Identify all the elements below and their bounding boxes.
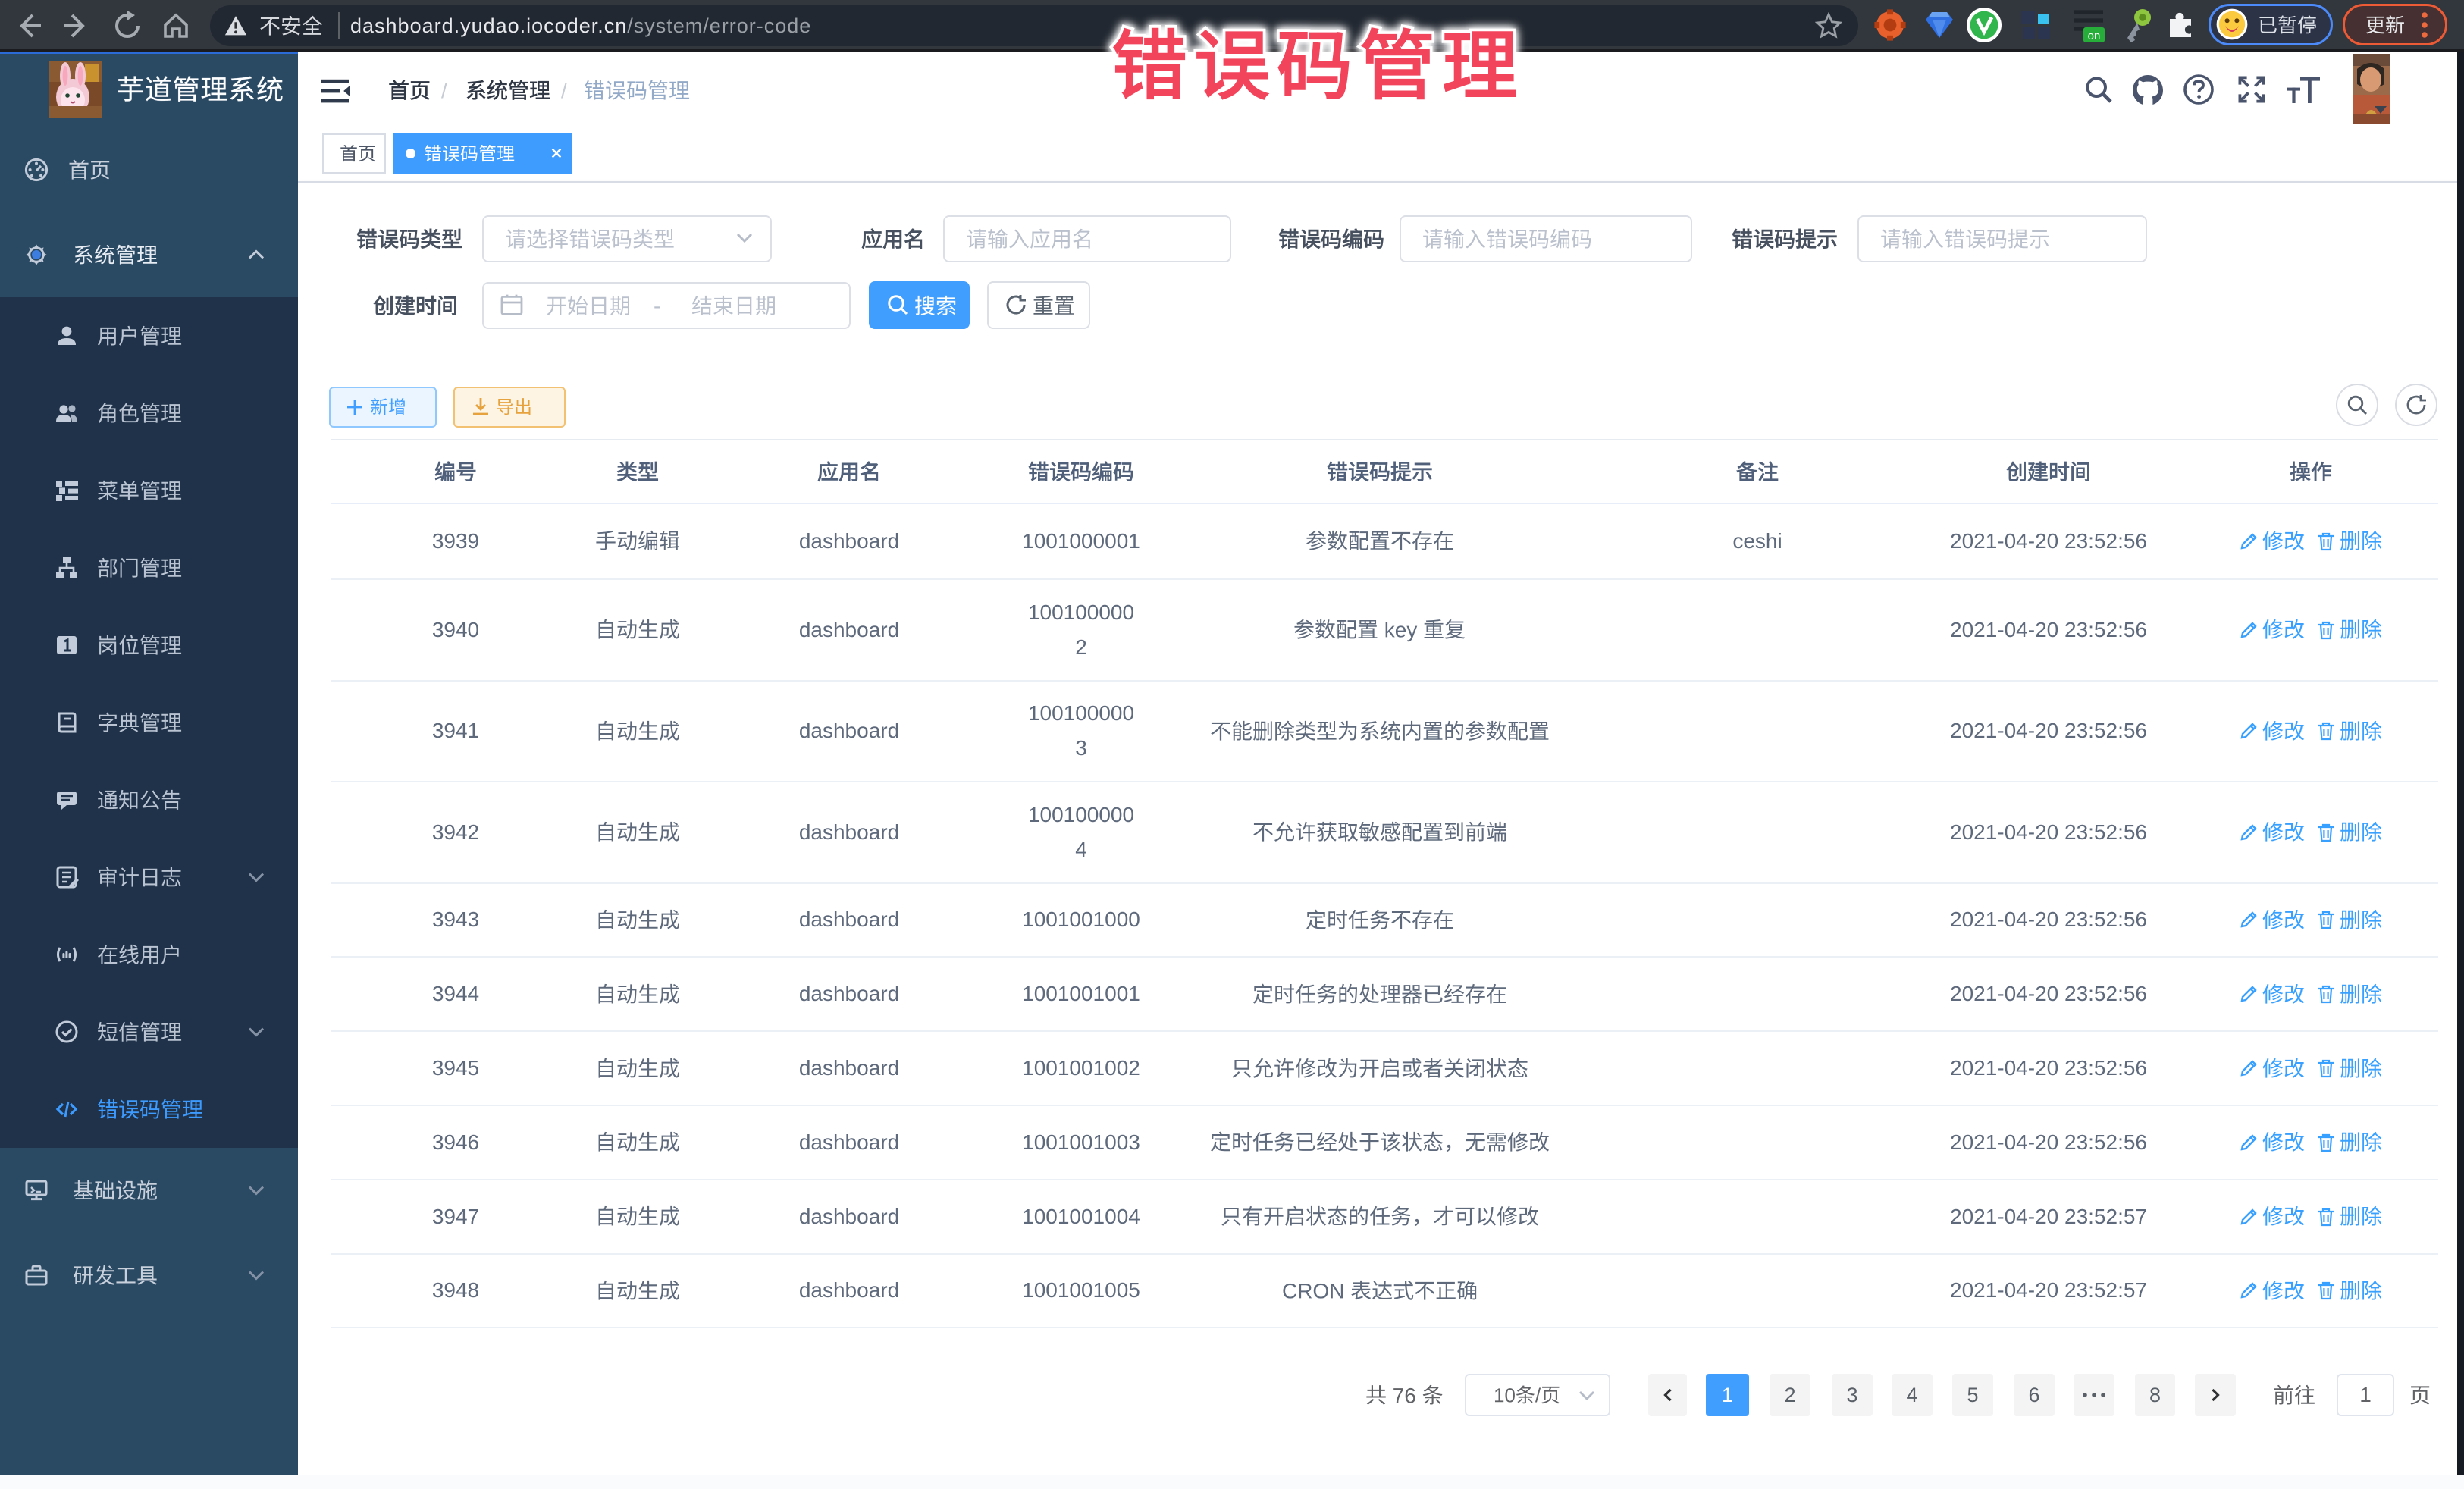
svg-text:on: on [2088,30,2101,42]
